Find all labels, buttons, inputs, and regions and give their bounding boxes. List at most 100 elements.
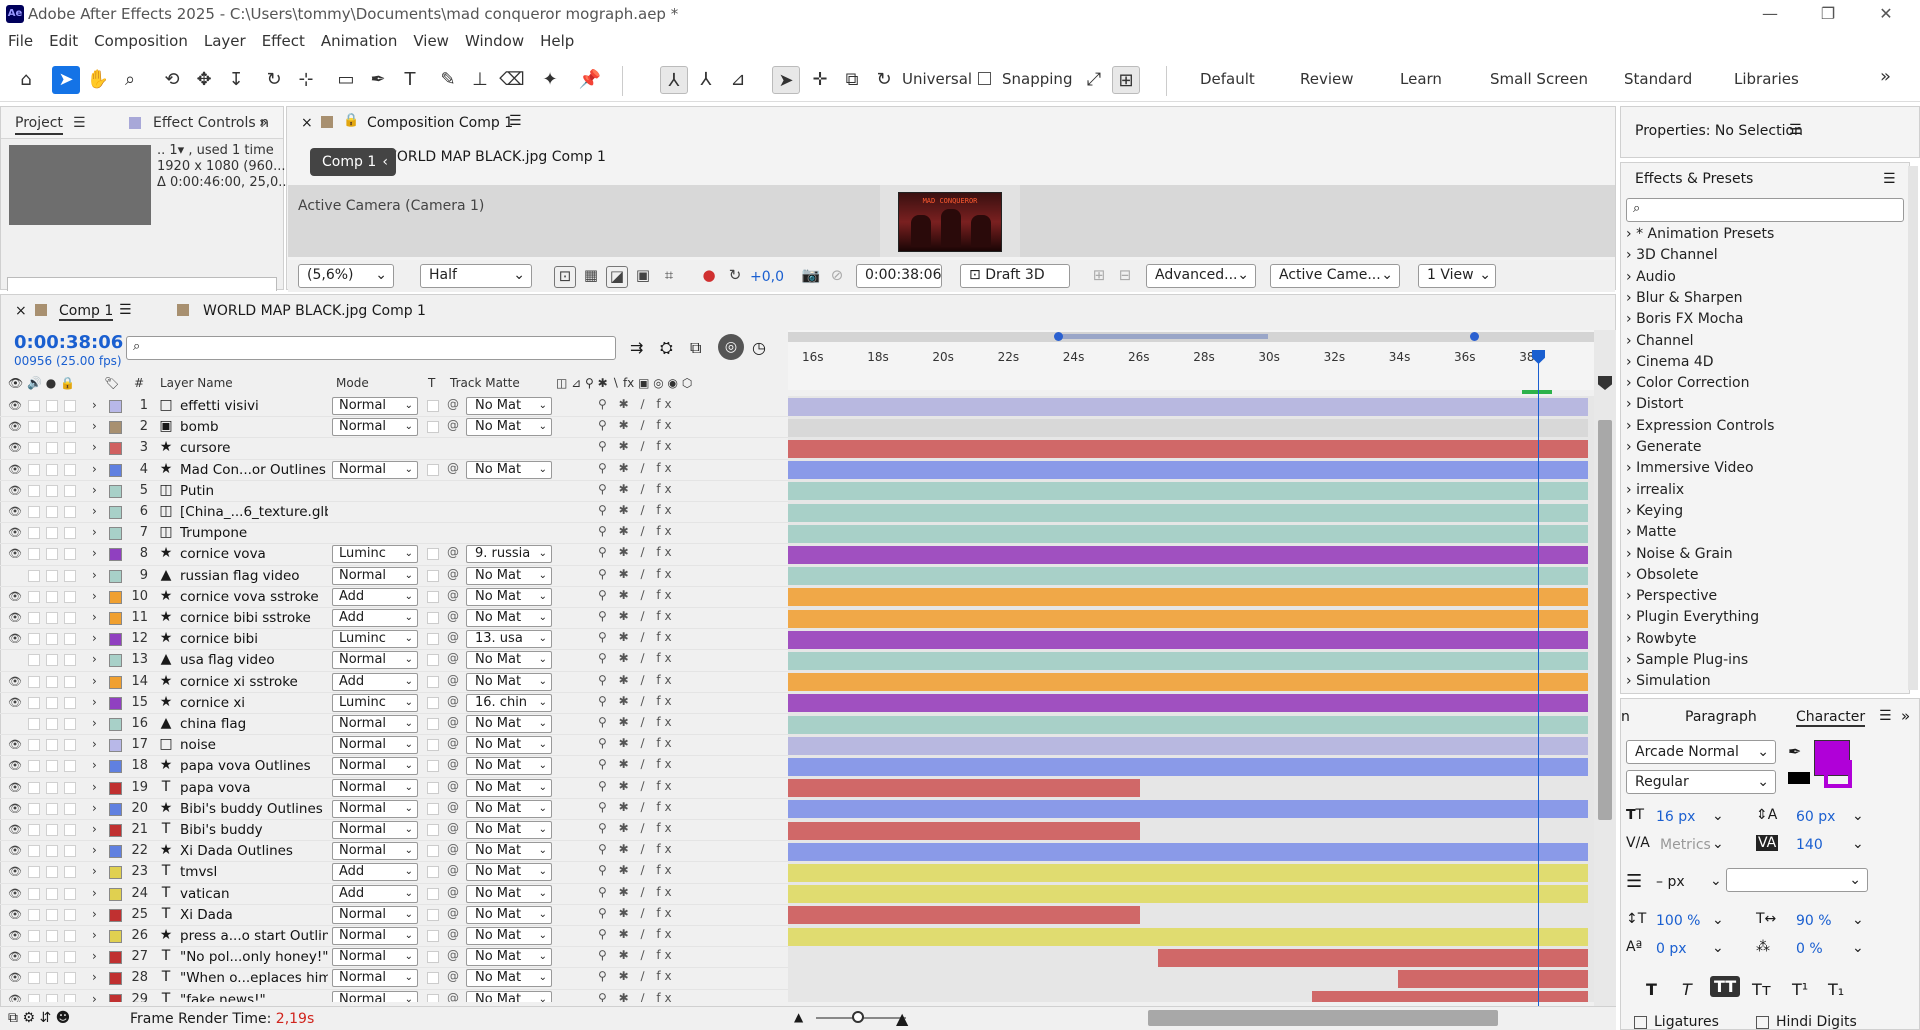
expand-chevron-icon[interactable]: › [92,440,97,454]
preserve-transparency-checkbox[interactable] [427,739,439,752]
expand-chevron-icon[interactable]: › [92,610,97,624]
region-of-interest-icon[interactable]: ▣ [632,266,654,288]
chevron-down-icon[interactable]: ⌄ [1852,836,1864,852]
workspace-learn[interactable]: Learn [1400,70,1442,88]
layer-row[interactable]: 👁 › 17 □ noise Normal ⌄ @ No Mat ⌄ ⚲ ✱ ∕ fx [0,735,788,757]
hindi-digits-checkbox[interactable] [1756,1016,1769,1029]
effects-category[interactable]: › Rowbyte [1626,631,1696,647]
layer-name[interactable]: cornice bibi [180,631,328,647]
audio-switch[interactable] [28,527,40,540]
layer-switches-icon[interactable]: ⚲ ✱ ∕ fx [598,588,676,602]
lock-switch[interactable] [64,654,76,667]
layer-duration-bar[interactable] [788,545,1588,564]
audio-switch[interactable] [28,993,40,1002]
preserve-transparency-checkbox[interactable] [427,463,439,476]
layer-duration-bar[interactable] [788,757,1588,776]
menu-layer[interactable]: Layer [196,30,254,54]
close-tab-icon[interactable]: × [301,115,313,131]
solo-switch[interactable] [46,612,58,624]
font-style-dropdown[interactable]: Regular ⌄ [1626,770,1776,794]
lock-switch[interactable] [64,718,76,730]
expand-chevron-icon[interactable]: › [92,970,97,984]
layer-name[interactable]: press a...o start Outlines [180,928,328,944]
eraser-tool-icon[interactable]: ⌫ [498,66,526,94]
lock-switch[interactable] [64,866,76,879]
snapping-checkbox[interactable] [978,72,991,85]
grid-guides-icon[interactable]: ⌗ [658,266,680,288]
effects-scrollbar[interactable] [1908,166,1918,690]
preserve-transparency-checkbox[interactable] [427,696,439,709]
layer-row[interactable]: 👁 › 18 ★ papa vova Outlines Normal ⌄ @ No Mat ⌄ ⚲ … [0,756,788,778]
view-layout-dropdown[interactable]: 1 View ⌄ [1418,264,1496,288]
pickwhip-icon[interactable]: @ [447,567,459,581]
layer-row[interactable]: 👁 › 5 ◫ Putin ⚲ ✱ ∕ fx [0,481,788,502]
effects-category[interactable]: › Audio [1626,269,1676,285]
layer-switches-icon[interactable]: ⚲ ✱ ∕ fx [598,779,676,793]
pickwhip-icon[interactable]: @ [447,927,459,941]
lock-switch[interactable] [64,696,76,709]
blend-mode-dropdown[interactable]: Add ⌄ [332,587,418,606]
tab-project[interactable]: Project [15,115,63,135]
panel-overflow-icon[interactable]: » [1901,707,1910,725]
zoom-out-icon[interactable]: ▲ [794,1010,803,1024]
layer-row[interactable]: 👁 › 29 T "fake news!" Normal ⌄ @ No Mat ⌄ ⚲ ✱ ∕ fx [0,990,788,1002]
hand-tool-icon[interactable]: ✋ [84,66,112,94]
layer-duration-bar[interactable] [788,418,1588,437]
faux-bold-button[interactable]: T [1646,980,1657,999]
audio-switch[interactable] [28,930,40,942]
audio-switch[interactable] [28,590,40,603]
layer-row[interactable]: 👁 › 3 ★ cursore ⚲ ✱ ∕ fx [0,438,788,460]
visibility-eye-icon[interactable]: 👁 [8,675,22,688]
comp-mini-flowchart-icon[interactable]: ⇉ [630,338,643,357]
3d-axis-view-icon[interactable]: ⊿ [724,66,752,94]
zoom-tool-icon[interactable]: ⌕ [116,66,144,94]
all-caps-button[interactable]: TT [1710,976,1741,997]
lock-switch[interactable] [64,421,76,434]
pickwhip-icon[interactable]: @ [447,885,459,899]
solo-switch[interactable] [46,696,58,709]
visibility-eye-icon[interactable]: 👁 [8,420,22,433]
preserve-transparency-checkbox[interactable] [427,824,439,836]
draft-3d-icon[interactable]: ⛭ [660,338,673,358]
expand-chevron-icon[interactable]: › [92,928,97,942]
lock-switch[interactable] [64,951,76,964]
layer-row[interactable]: 👁 › 24 Tvatican Add ⌄ @ No Mat ⌄ ⚲ ✱ ∕ fx [0,884,788,905]
layer-row[interactable]: 👁 › 25 T Xi Dada Normal ⌄ @ No Mat ⌄ ⚲ ✱ ∕ fx [0,905,788,926]
expand-chevron-icon[interactable]: › [92,780,97,794]
audio-switch[interactable] [28,972,40,985]
layer-name[interactable]: cornice xi sstroke [180,674,328,690]
audio-switch[interactable] [28,612,40,624]
preserve-transparency-checkbox[interactable] [427,930,439,942]
lock-switch[interactable] [64,463,76,476]
workspace-more-icon[interactable]: » [1880,66,1891,87]
blend-mode-dropdown[interactable]: Normal ⌄ [332,757,418,776]
pickwhip-icon[interactable]: @ [447,842,459,856]
solo-switch[interactable] [46,739,58,752]
blend-mode-dropdown[interactable]: Normal ⌄ [332,799,418,818]
pickwhip-icon[interactable]: @ [447,673,459,687]
visibility-eye-icon[interactable]: 👁 [8,971,22,984]
track-matte-dropdown[interactable]: 16. chin ⌄ [466,693,552,712]
layer-name[interactable]: cornice vova [180,546,328,562]
layer-switches-icon[interactable]: ⚲ ✱ ∕ fx [598,567,676,581]
layer-switches-icon[interactable]: ⚲ ✱ ∕ fx [598,673,676,687]
track-matte-dropdown[interactable]: No Mat ⌄ [466,969,552,988]
tab-effect-controls[interactable]: Effect Controls n [153,115,269,131]
solo-switch[interactable] [46,824,58,836]
channels-icon[interactable]: ● [698,266,720,288]
vertical-scale-value[interactable]: 100 % [1656,913,1700,929]
tab-timeline-comp1[interactable]: Comp 1 [59,303,114,321]
visibility-eye-icon[interactable]: 👁 [8,887,22,900]
hide-shy-layers-icon[interactable]: ⧉ [690,338,701,358]
track-matte-dropdown[interactable]: No Mat ⌄ [466,863,552,882]
layer-duration-bar[interactable] [788,503,1588,522]
breadcrumb-next[interactable]: WORLD MAP BLACK.jpg Comp 1 [383,149,606,165]
pickwhip-icon[interactable]: @ [447,397,459,411]
audio-switch[interactable] [28,654,40,667]
expand-chevron-icon[interactable]: › [92,546,97,560]
blend-mode-dropdown[interactable]: Normal ⌄ [332,927,418,945]
layer-duration-bar[interactable] [1157,948,1588,967]
layer-switches-icon[interactable]: ⚲ ✱ ∕ fx [598,863,676,877]
menu-icon[interactable]: ☰ [1883,171,1896,187]
visibility-eye-icon[interactable]: 👁 [8,399,22,412]
